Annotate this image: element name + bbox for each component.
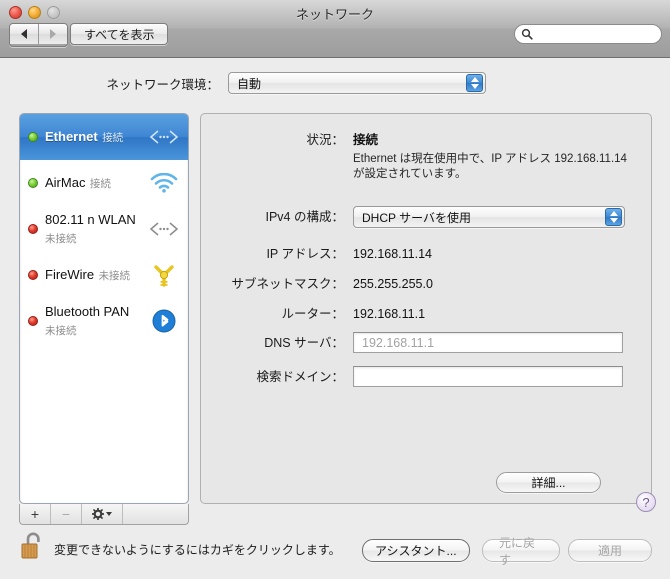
back-button[interactable] bbox=[10, 24, 38, 44]
dns-server-label: DNS サーバ： bbox=[264, 335, 344, 350]
toolbar-filler bbox=[123, 504, 188, 524]
network-location-row: ネットワーク環境： 自動 bbox=[0, 72, 670, 94]
revert-button: 元に戻す bbox=[482, 536, 560, 567]
sidebar-item-firewire[interactable]: FireWire 未接続 bbox=[20, 252, 188, 298]
show-all-button[interactable]: すべてを表示 bbox=[70, 23, 169, 45]
status-label: 状況： bbox=[306, 133, 344, 147]
back-arrow-icon bbox=[21, 29, 27, 39]
service-name: FireWire bbox=[45, 267, 95, 282]
ethernet-icon bbox=[144, 221, 184, 237]
ip-address-value: 192.168.11.14 bbox=[353, 247, 433, 261]
firewire-icon bbox=[144, 262, 184, 288]
search-domains-row: 検索ドメイン： bbox=[201, 366, 653, 387]
sidebar-item-airmac[interactable]: AirMac 接続 bbox=[20, 160, 188, 206]
dns-server-field[interactable] bbox=[353, 332, 623, 353]
service-name: Ethernet bbox=[45, 129, 98, 144]
bluetooth-icon bbox=[144, 309, 184, 333]
network-location-popup[interactable]: 自動 bbox=[228, 72, 486, 94]
status-value: 接続 bbox=[353, 133, 379, 147]
service-name: AirMac bbox=[45, 175, 86, 190]
service-status: 接続 bbox=[89, 178, 111, 190]
status-dot-icon bbox=[28, 270, 38, 280]
search-domains-field[interactable] bbox=[353, 366, 623, 387]
search-icon bbox=[521, 28, 533, 40]
assistant-button[interactable]: アシスタント... bbox=[362, 539, 470, 562]
sidebar-item-80211n-wlan[interactable]: 802.11 n WLAN 未接続 bbox=[20, 206, 188, 252]
navigation-buttons bbox=[9, 23, 68, 47]
dns-server-row: DNS サーバ： bbox=[201, 332, 653, 353]
ipv4-config-label: IPv4 の構成： bbox=[265, 210, 345, 224]
ip-address-row: IP アドレス： 192.168.11.14 bbox=[201, 246, 653, 262]
window-bottom-bar: 変更できないようにするにはカギをクリックします。 アシスタント... 元に戻す … bbox=[0, 522, 670, 579]
status-dot-icon bbox=[28, 178, 38, 188]
status-dot-icon bbox=[28, 132, 38, 142]
search-input[interactable] bbox=[537, 27, 659, 41]
service-name: 802.11 n WLAN bbox=[45, 212, 136, 227]
status-dot-icon bbox=[28, 224, 38, 234]
sidebar-item-bluetooth-pan[interactable]: Bluetooth PAN 未接続 bbox=[20, 298, 188, 344]
subnet-mask-label: サブネットマスク： bbox=[231, 277, 344, 291]
sidebar-item-ethernet[interactable]: Ethernet 接続 bbox=[20, 114, 188, 160]
network-services-list[interactable]: Ethernet 接続 AirMac 接続 802.11 n WLAN 未接続 … bbox=[19, 113, 189, 504]
remove-service-button: − bbox=[51, 504, 82, 524]
chevron-updown-icon bbox=[466, 74, 483, 92]
router-value: 192.168.11.1 bbox=[353, 307, 426, 321]
chevron-updown-icon bbox=[605, 208, 622, 226]
subnet-mask-row: サブネットマスク： 255.255.255.0 bbox=[201, 276, 653, 292]
add-service-button[interactable]: + bbox=[20, 504, 51, 524]
lock-hint-text: 変更できないようにするにはカギをクリックします。 bbox=[54, 543, 341, 557]
dns-server-input[interactable] bbox=[360, 334, 622, 351]
ethernet-icon bbox=[144, 129, 184, 145]
action-menu-button[interactable] bbox=[82, 504, 123, 524]
ipv4-config-row: IPv4 の構成： DHCP サーバを使用 bbox=[201, 206, 653, 228]
wifi-icon bbox=[144, 173, 184, 193]
network-location-value: 自動 bbox=[237, 76, 262, 91]
ip-address-label: IP アドレス： bbox=[266, 247, 344, 261]
network-preferences-window: ネットワーク すべてを表示 ネットワーク環境： 自動 Ethernet 接続 A… bbox=[0, 0, 670, 579]
help-button[interactable]: ? bbox=[636, 492, 656, 512]
service-status: 接続 bbox=[102, 132, 124, 144]
status-dot-icon bbox=[28, 316, 38, 326]
service-status: 未接続 bbox=[98, 270, 131, 282]
service-status: 未接続 bbox=[45, 233, 77, 245]
router-row: ルーター： 192.168.11.1 bbox=[201, 306, 653, 322]
search-field[interactable] bbox=[514, 24, 662, 44]
ipv4-config-popup[interactable]: DHCP サーバを使用 bbox=[353, 206, 625, 228]
service-detail-panel: 状況： 接続 Ethernet は現在使用中で、IP アドレス 192.168.… bbox=[200, 113, 652, 504]
service-name: Bluetooth PAN bbox=[45, 304, 130, 319]
advanced-button[interactable]: 詳細... bbox=[496, 472, 601, 493]
unlocked-padlock-icon[interactable] bbox=[20, 531, 46, 561]
status-row: 状況： 接続 bbox=[201, 132, 653, 148]
search-domains-input[interactable] bbox=[360, 368, 622, 385]
forward-arrow-icon bbox=[50, 29, 56, 39]
search-domains-label: 検索ドメイン： bbox=[256, 369, 344, 384]
apply-button: 適用 bbox=[568, 539, 652, 562]
subnet-mask-value: 255.255.255.0 bbox=[353, 277, 433, 291]
router-label: ルーター： bbox=[281, 307, 344, 321]
network-location-label: ネットワーク環境： bbox=[106, 77, 219, 92]
forward-button bbox=[38, 24, 67, 44]
ipv4-config-value: DHCP サーバを使用 bbox=[362, 210, 471, 225]
gear-icon bbox=[92, 508, 104, 520]
chevron-down-icon bbox=[106, 512, 112, 516]
window-titlebar: ネットワーク すべてを表示 bbox=[0, 0, 670, 58]
status-description: Ethernet は現在使用中で、IP アドレス 192.168.11.14 が… bbox=[353, 153, 627, 180]
window-title: ネットワーク bbox=[295, 7, 374, 22]
service-status: 未接続 bbox=[45, 325, 77, 337]
